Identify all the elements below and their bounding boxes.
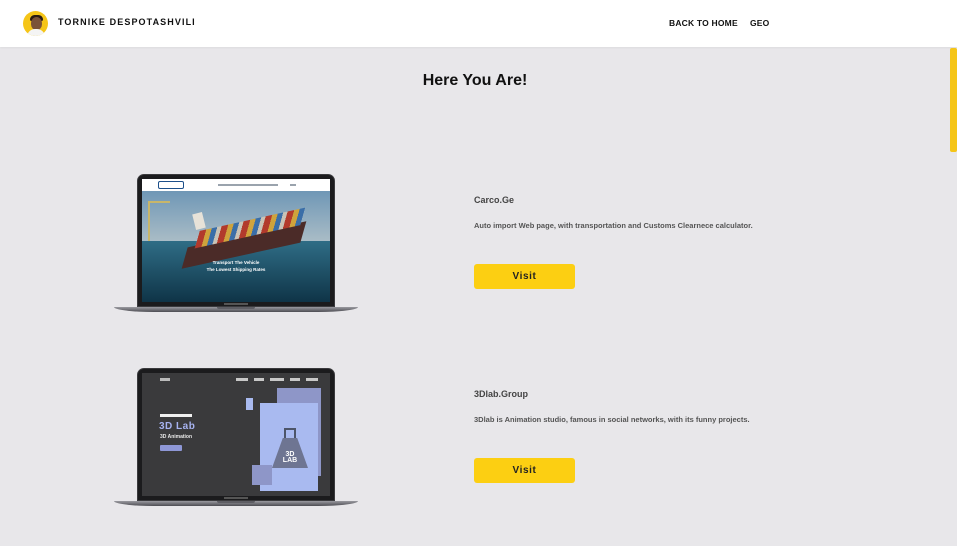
flask-icon: 3D LAB [272,428,308,468]
lab-cta [160,445,182,451]
laptop-notch [217,501,255,503]
lab-nav-item [236,378,248,381]
lab-subhead: 3D Animation [160,434,193,440]
lab-square-small [246,398,253,410]
navbar: TORNIKE DESPOTASHVILI BACK TO HOME GEO [0,0,957,47]
carco-tagline-2: The Lowest Shipping Rates [206,267,266,272]
lab-headline: 3D Lab [159,421,196,432]
3dlab-screenshot: 3D Lab 3D Animation 3D LAB [142,373,330,496]
brand-name[interactable]: TORNIKE DESPOTASHVILI [58,17,196,27]
visit-button-carco[interactable]: Visit [474,264,575,289]
carco-logo [158,181,184,189]
avatar[interactable] [23,11,48,36]
laptop-brand-label [224,497,248,499]
lab-nav-item [254,378,264,381]
project-description: 3Dlab is Animation studio, famous in soc… [474,415,750,424]
carco-screenshot: Transport The Vehicle The Lowest Shippin… [142,179,330,302]
scrollbar-thumb[interactable] [950,48,957,152]
carco-tagline-1: Transport The Vehicle [212,260,260,265]
nav-language-geo[interactable]: GEO [750,18,770,28]
carco-site-nav [142,179,330,191]
avatar-shirt [27,29,45,36]
lab-nav-item [290,378,300,381]
project-title: 3Dlab.Group [474,389,529,399]
carco-nav-lang [290,184,296,186]
laptop-mockup-3dlab: 3D Lab 3D Animation 3D LAB [114,368,358,508]
carco-nav-links [218,184,278,186]
laptop-brand-label [224,303,248,305]
page-title: Here You Are! [422,72,528,89]
project-title: Carco.Ge [474,195,515,205]
crane [148,201,170,241]
laptop-mockup-carco: Transport The Vehicle The Lowest Shippin… [114,174,358,314]
laptop-notch [217,307,255,309]
nav-back-to-home[interactable]: BACK TO HOME [669,18,738,28]
flask-label: 3D LAB [282,451,298,464]
lab-nav-item [306,378,318,381]
project-description: Auto import Web page, with transportatio… [474,221,753,230]
lab-nav-logo [160,378,170,381]
lab-square-large [252,465,272,485]
lab-kicker [160,414,192,417]
visit-button-3dlab[interactable]: Visit [474,458,575,483]
lab-nav-item [270,378,284,381]
